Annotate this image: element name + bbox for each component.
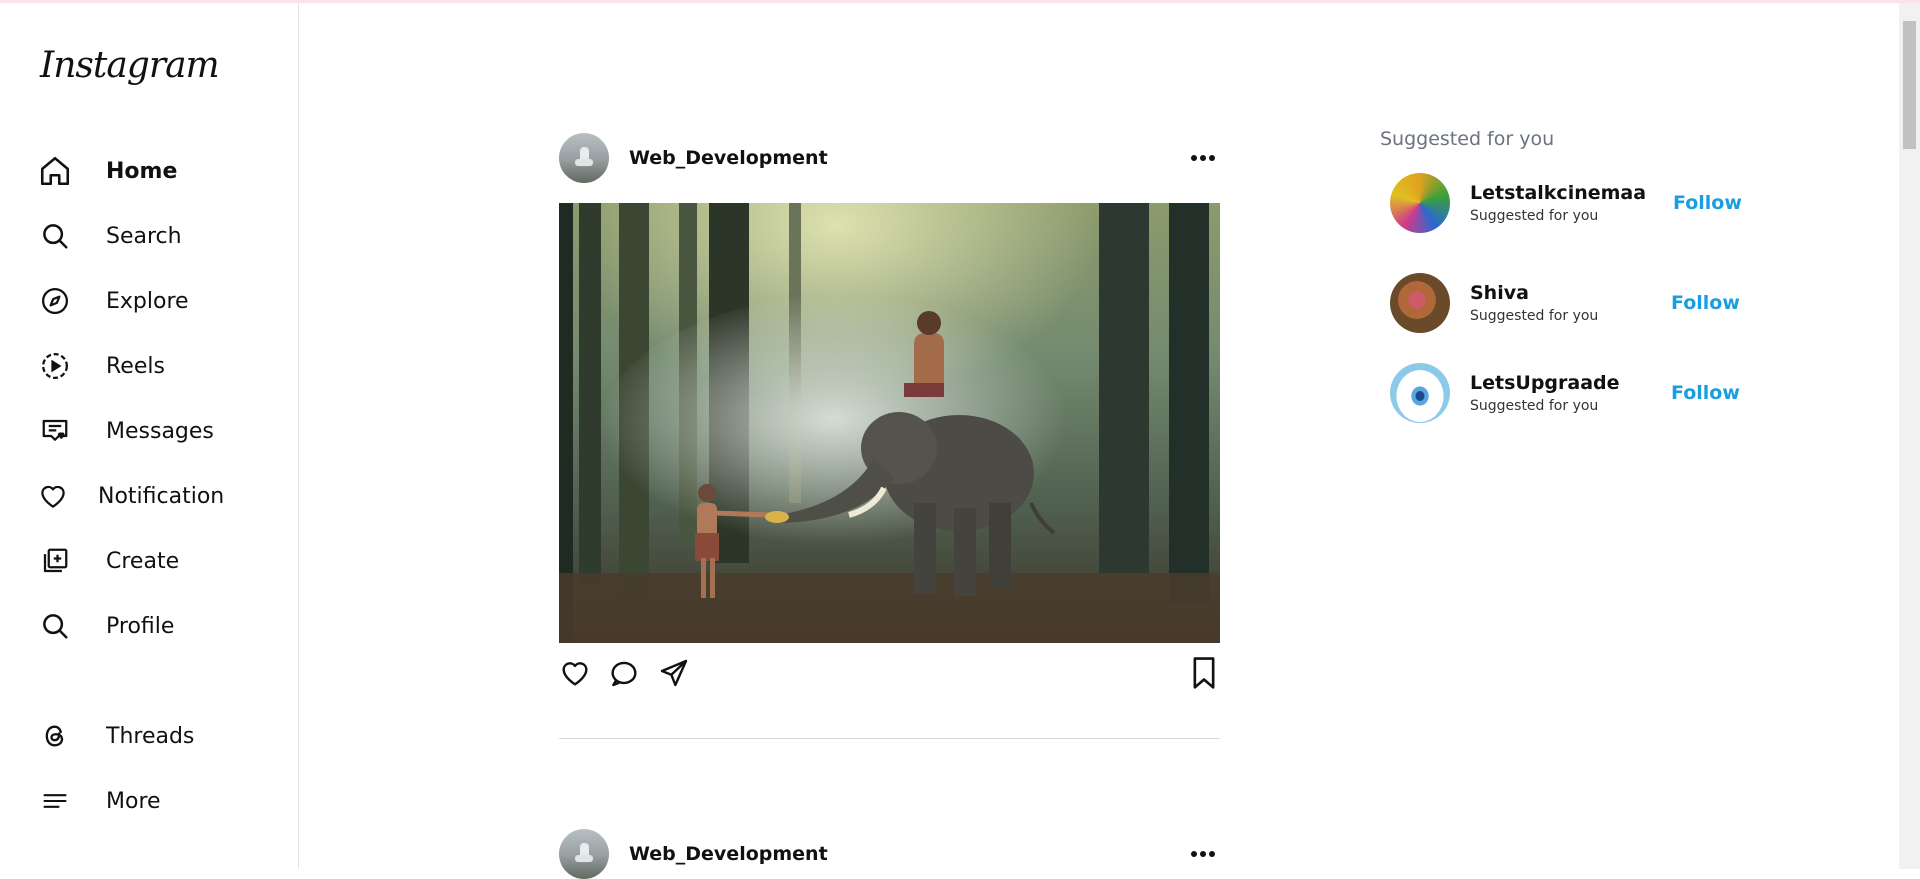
more-options-icon[interactable]	[1188, 146, 1218, 170]
suggestion-username[interactable]: Shiva	[1470, 282, 1598, 304]
post-header: Web_Development	[559, 133, 1220, 183]
sidebar-item-threads[interactable]: Threads	[38, 716, 194, 756]
sidebar-item-home[interactable]: Home	[38, 151, 177, 191]
avatar[interactable]	[559, 133, 609, 183]
threads-icon	[38, 719, 72, 753]
sidebar-item-explore[interactable]: Explore	[38, 281, 189, 321]
heart-icon	[36, 479, 70, 513]
suggestions-title: Suggested for you	[1380, 128, 1555, 150]
sidebar-item-label: Search	[106, 223, 182, 249]
sidebar-item-label: Profile	[106, 613, 175, 639]
sidebar-item-create[interactable]: Create	[38, 541, 179, 581]
follow-button[interactable]: Follow	[1671, 292, 1740, 314]
sidebar-item-label: Threads	[106, 723, 195, 749]
compass-icon	[38, 284, 72, 318]
messages-icon	[38, 414, 72, 448]
menu-icon	[38, 784, 72, 818]
share-send-icon[interactable]	[658, 657, 690, 693]
suggestion-subtitle: Suggested for you	[1470, 208, 1599, 224]
post-divider	[559, 738, 1220, 739]
sidebar-item-label: Reels	[106, 353, 165, 379]
sidebar-item-profile[interactable]: Profile	[38, 606, 174, 646]
post-header: Web_Development	[559, 829, 1220, 879]
avatar[interactable]	[1390, 273, 1450, 333]
sidebar-item-notification[interactable]: Notification	[36, 476, 224, 516]
avatar[interactable]	[1390, 173, 1450, 233]
sidebar-item-messages[interactable]: Messages	[38, 411, 214, 451]
avatar[interactable]	[1390, 363, 1450, 423]
scrollbar-thumb[interactable]	[1903, 21, 1916, 149]
sidebar-item-more[interactable]: More	[38, 781, 161, 821]
post-image[interactable]	[559, 203, 1220, 643]
sidebar-item-label: Notification	[98, 483, 225, 509]
bookmark-icon[interactable]	[1188, 656, 1220, 694]
follow-button[interactable]: Follow	[1671, 382, 1740, 404]
sidebar-item-reels[interactable]: Reels	[38, 346, 165, 386]
comment-icon[interactable]	[608, 657, 640, 693]
search-icon	[38, 609, 72, 643]
like-heart-icon[interactable]	[559, 657, 591, 693]
suggestion-subtitle: Suggested for you	[1470, 308, 1599, 324]
sidebar: Instagram Home Search Explore Reels Mess…	[0, 3, 299, 869]
suggestion-username[interactable]: LetsUpgraade	[1470, 372, 1620, 394]
sidebar-item-label: Explore	[106, 288, 189, 314]
reels-icon	[38, 349, 72, 383]
suggestion-subtitle: Suggested for you	[1470, 398, 1599, 414]
follow-button[interactable]: Follow	[1673, 192, 1742, 214]
sidebar-item-label: Messages	[106, 418, 214, 444]
suggestion-username[interactable]: Letstalkcinemaa	[1470, 182, 1646, 204]
sidebar-item-label: Home	[106, 158, 178, 184]
sidebar-item-search[interactable]: Search	[38, 216, 182, 256]
sidebar-item-label: More	[106, 788, 161, 814]
home-icon	[38, 154, 72, 188]
sidebar-item-label: Create	[106, 548, 180, 574]
instagram-logo[interactable]: Instagram	[40, 45, 220, 86]
more-options-icon[interactable]	[1188, 842, 1218, 866]
search-icon	[38, 219, 72, 253]
create-icon	[38, 544, 72, 578]
post-username[interactable]: Web_Development	[629, 843, 828, 865]
post-username[interactable]: Web_Development	[629, 147, 828, 169]
avatar[interactable]	[559, 829, 609, 879]
